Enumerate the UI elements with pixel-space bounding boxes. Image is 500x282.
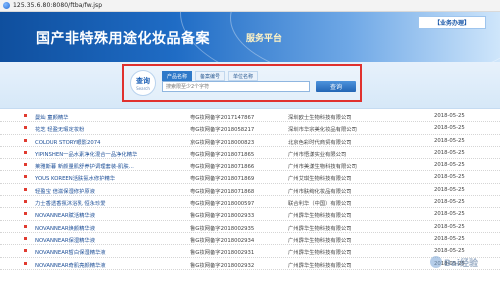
record-code: 粤G妆网备字2017147867 [190, 115, 255, 121]
record-date: 2018-05-25 [434, 174, 465, 181]
table-row[interactable]: COLOUR STORY眼影2074 京G妆网备字2018000823 北京色彩时代… [0, 135, 500, 147]
product-name-link[interactable]: COLOUR STORY眼影2074 [35, 138, 185, 146]
search-badge-label: 查询 [136, 76, 150, 85]
table-row[interactable]: 轻盈宝 倍滋保湿修护原液 粤G妆网备字2018071868 广州市肤绚化妆品有限公司… [0, 184, 500, 197]
record-code: 粤G妆网备字2018058217 [190, 127, 255, 134]
record-date: 2018-05-25 [434, 162, 465, 169]
globe-icon [3, 2, 10, 9]
bullet-icon [24, 150, 27, 154]
record-code: 粤G妆网备字2018071865 [190, 151, 255, 158]
record-code: 粤G妆网备字2018071869 [190, 176, 255, 183]
table-row[interactable]: 曼灿 童颜精华 粤G妆网备字2017147867 深圳欧士生物科技有限公司 2018-… [0, 110, 500, 123]
company-name: 广州霹华生物科技有限公司 [288, 250, 352, 257]
record-code: 鲁G妆网备字2018002933 [190, 213, 255, 220]
table-row[interactable]: NOVANNEAR赋活精华液 鲁G妆网备字2018002933 广州霹华生物科技有限… [0, 208, 500, 221]
product-name-link[interactable]: NOVANNEAR皙白保湿精华液 [35, 248, 185, 256]
site-banner: 国产非特殊用途化妆品备案 服务平台 【业务办理】 [0, 12, 500, 62]
product-name-link[interactable]: 花芝 轻盈无瑕定妆粉 [35, 125, 185, 133]
record-date: 2018-05-25 [434, 149, 465, 156]
record-list: 曼灿 童颜精华 粤G妆网备字2017147867 深圳欧士生物科技有限公司 2018-… [0, 110, 500, 270]
record-code: 粤G妆网备字2018071866 [190, 164, 255, 171]
company-name: 广州市悟漾实业有限公司 [288, 151, 347, 158]
bullet-icon [24, 187, 27, 191]
product-name-link[interactable]: NOVANNEAR奇肌亮颜精华液 [35, 261, 185, 269]
site-title: 国产非特殊用途化妆品备案 [36, 31, 210, 47]
record-code: 粤G妆网备字2018000597 [190, 201, 255, 208]
tab-product-name[interactable]: 产品名称 [162, 71, 193, 81]
bullet-icon [24, 163, 27, 167]
record-date: 2018-05-25 [434, 223, 465, 230]
search-tabs: 产品名称 备案编号 单位名称 [162, 71, 259, 81]
site-subtitle: 服务平台 [246, 34, 283, 44]
bullet-icon [24, 224, 27, 228]
product-name-link[interactable]: YOUS KOREEN活肤氨水修护精华 [35, 174, 185, 182]
watermark: Bai经验 [430, 252, 494, 272]
record-date: 2018-05-25 [434, 113, 465, 119]
bullet-icon [24, 212, 27, 216]
table-row[interactable]: 力士香透香氛沐浴乳 恒永珍爱 粤G妆网备字2018000597 联合利华（中国）有限… [0, 196, 500, 209]
bullet-icon [24, 261, 27, 265]
bullet-icon [24, 126, 27, 130]
bullet-icon [24, 249, 27, 253]
table-row[interactable]: 莱雅斯暮 新颜量肌舒养护调理套装-肌肤… 粤G妆网备字2018071866 广州市美… [0, 159, 500, 172]
paw-icon [430, 256, 442, 268]
company-name: 广州霹华生物科技有限公司 [288, 225, 352, 232]
business-handling-link[interactable]: 【业务办理】 [418, 16, 486, 29]
record-date: 2018-05-25 [434, 125, 465, 132]
table-row[interactable]: NOVANNEAR皙白保湿精华液 鲁G妆网备字2018002931 广州霹华生物科技… [0, 245, 500, 258]
company-name: 广州市肤绚化妆品有限公司 [288, 188, 352, 195]
company-name: 联合利华（中国）有限公司 [288, 201, 352, 208]
watermark-text: Bai经验 [444, 258, 479, 269]
url-text[interactable]: 125.35.6.80:8080/ftba/fw.jsp [13, 2, 102, 9]
table-row[interactable]: YIPINSHEN一品水素净化混合一品净化精华 粤G妆网备字2018071865 广… [0, 147, 500, 160]
record-code: 粤G妆网备字2018071868 [190, 188, 255, 195]
table-row[interactable]: 花芝 轻盈无瑕定妆粉 粤G妆网备字2018058217 深圳市华宗美化妆品有限公司 2… [0, 122, 500, 135]
record-code: 鲁G妆网备字2018002934 [190, 237, 255, 244]
address-bar[interactable]: 125.35.6.80:8080/ftba/fw.jsp [0, 0, 500, 12]
record-code: 鲁G妆网备字2018002931 [190, 250, 255, 257]
company-name: 深圳市华宗美化妆品有限公司 [288, 127, 357, 134]
table-row[interactable]: YOUS KOREEN活肤氨水修护精华 粤G妆网备字2018071869 广州艾琪生… [0, 171, 500, 184]
product-name-link[interactable]: 力士香透香氛沐浴乳 恒永珍爱 [35, 199, 185, 207]
company-name: 广州市美漾生物科技有限公司 [288, 164, 357, 171]
table-row[interactable]: NOVANNEAR保湿精华液 鲁G妆网备字2018002934 广州霹华生物科技有限… [0, 233, 500, 246]
search-badge-en: Search [136, 85, 150, 91]
record-code: 京G妆网备字2018000823 [190, 139, 255, 146]
bullet-icon [24, 138, 27, 142]
record-date: 2018-05-25 [434, 235, 465, 242]
record-code: 鲁G妆网备字2018002932 [190, 262, 255, 269]
bullet-icon [24, 236, 27, 240]
table-row[interactable]: NOVANNEAR焕颜精华液 鲁G妆网备字2018002935 广州霹华生物科技有限… [0, 221, 500, 233]
record-code: 鲁G妆网备字2018002935 [190, 225, 255, 232]
tab-record-number[interactable]: 备案编号 [195, 71, 226, 81]
product-name-link[interactable]: 莱雅斯暮 新颜量肌舒养护调理套装-肌肤… [35, 162, 185, 170]
company-name: 北京色彩时代商贸有限公司 [288, 139, 352, 146]
search-input[interactable] [162, 81, 310, 92]
record-date: 2018-05-25 [434, 211, 465, 218]
product-name-link[interactable]: NOVANNEAR保湿精华液 [35, 236, 185, 244]
company-name: 广州霹华生物科技有限公司 [288, 213, 352, 220]
bullet-icon [24, 175, 27, 179]
record-date: 2018-05-25 [434, 137, 465, 144]
product-name-link[interactable]: 曼灿 童颜精华 [35, 113, 185, 121]
bullet-icon [24, 114, 27, 117]
product-name-link[interactable]: YIPINSHEN一品水素净化混合一品净化精华 [35, 150, 185, 158]
product-name-link[interactable]: NOVANNEAR焕颜精华液 [35, 224, 185, 232]
bullet-icon [24, 200, 27, 204]
company-name: 广州霹华生物科技有限公司 [288, 262, 352, 269]
company-name: 深圳欧士生物科技有限公司 [288, 115, 352, 121]
company-name: 广州霹华生物科技有限公司 [288, 237, 352, 244]
search-icon: 查询 Search [130, 70, 156, 96]
product-name-link[interactable]: NOVANNEAR赋活精华液 [35, 211, 185, 219]
table-row[interactable]: NOVANNEAR奇肌亮颜精华液 鲁G妆网备字2018002932 广州霹华生物科技… [0, 258, 500, 270]
tab-company-name[interactable]: 单位名称 [228, 71, 259, 81]
company-name: 广州艾琪生物科技有限公司 [288, 176, 352, 183]
record-date: 2018-05-25 [434, 199, 465, 206]
record-date: 2018-05-25 [434, 186, 465, 193]
search-button[interactable]: 查询 [316, 81, 356, 92]
product-name-link[interactable]: 轻盈宝 倍滋保湿修护原液 [35, 187, 185, 195]
